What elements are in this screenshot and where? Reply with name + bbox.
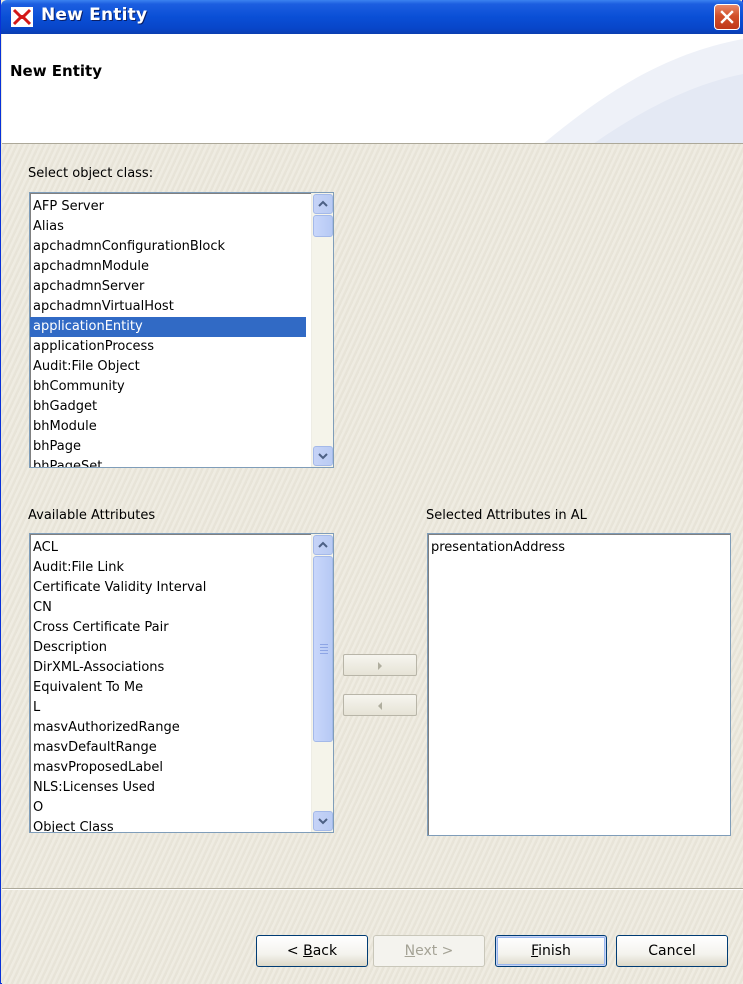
scroll-thumb[interactable] [313, 556, 333, 742]
available-attribute-item[interactable]: Object Class [30, 818, 306, 832]
object-class-item[interactable]: AFP Server [30, 197, 306, 217]
object-class-scrollbar[interactable] [311, 193, 333, 467]
object-class-item[interactable]: applicationProcess [30, 337, 306, 357]
object-class-item[interactable]: bhPageSet [30, 457, 306, 467]
scroll-up-button[interactable] [313, 535, 333, 555]
footer-separator [2, 888, 743, 890]
available-attribute-item[interactable]: L [30, 698, 306, 718]
available-attribute-item[interactable]: masvProposedLabel [30, 758, 306, 778]
selected-attribute-item[interactable]: presentationAddress [428, 538, 730, 558]
remove-attribute-button[interactable] [343, 694, 417, 716]
object-class-item[interactable]: bhGadget [30, 397, 306, 417]
object-class-item[interactable]: Alias [30, 217, 306, 237]
object-class-label: Select object class: [28, 166, 154, 181]
object-class-item[interactable]: apchadmnVirtualHost [30, 297, 306, 317]
close-button[interactable] [714, 4, 740, 30]
title-bar[interactable]: New Entity [1, 0, 743, 34]
available-attributes-scrollbar[interactable] [311, 534, 333, 832]
available-attribute-item[interactable]: Audit:File Link [30, 558, 306, 578]
available-attribute-item[interactable]: ACL [30, 538, 306, 558]
available-attribute-item[interactable]: O [30, 798, 306, 818]
object-class-item[interactable]: bhModule [30, 417, 306, 437]
object-class-item[interactable]: apchadmnConfigurationBlock [30, 237, 306, 257]
page-title: New Entity [10, 62, 102, 80]
object-class-item[interactable]: apchadmnServer [30, 277, 306, 297]
available-attribute-item[interactable]: Description [30, 638, 306, 658]
scroll-down-button[interactable] [313, 811, 333, 831]
available-attribute-item[interactable]: Equivalent To Me [30, 678, 306, 698]
available-attribute-item[interactable]: Cross Certificate Pair [30, 618, 306, 638]
selected-attributes-listbox[interactable]: presentationAddress [427, 533, 731, 836]
selected-attributes-label: Selected Attributes in AL [426, 508, 587, 523]
available-attributes-listbox[interactable]: ACL Audit:File Link Certificate Validity I… [29, 533, 334, 833]
object-class-item[interactable]: applicationEntity [30, 317, 306, 337]
available-attribute-item[interactable]: DirXML-Associations [30, 658, 306, 678]
available-attribute-item[interactable]: masvDefaultRange [30, 738, 306, 758]
object-class-listbox[interactable]: AFP Server Alias apchadmnConfigurationBloc… [29, 192, 334, 468]
object-class-item[interactable]: bhPage [30, 437, 306, 457]
object-class-item[interactable]: Audit:File Object [30, 357, 306, 377]
wizard-header: New Entity [2, 34, 743, 144]
available-attributes-label: Available Attributes [28, 508, 156, 523]
add-attribute-button[interactable] [343, 654, 417, 676]
available-attribute-item[interactable]: Certificate Validity Interval [30, 578, 306, 598]
app-icon [11, 7, 33, 27]
header-decoration [544, 39, 743, 143]
scroll-down-button[interactable] [313, 446, 333, 466]
finish-button[interactable]: Finish [495, 935, 607, 967]
object-class-item[interactable]: bhCommunity [30, 377, 306, 397]
next-button[interactable]: Next > [373, 935, 485, 967]
available-attribute-item[interactable]: CN [30, 598, 306, 618]
new-entity-dialog: New Entity New Entity Select object clas… [0, 0, 743, 984]
scroll-up-button[interactable] [313, 194, 333, 214]
object-class-item[interactable]: apchadmnModule [30, 257, 306, 277]
back-button[interactable]: < Back [256, 935, 368, 967]
cancel-button[interactable]: Cancel [616, 935, 728, 967]
available-attribute-item[interactable]: NLS:Licenses Used [30, 778, 306, 798]
window-title: New Entity [41, 5, 148, 25]
available-attribute-item[interactable]: masvAuthorizedRange [30, 718, 306, 738]
scroll-thumb[interactable] [313, 215, 333, 237]
